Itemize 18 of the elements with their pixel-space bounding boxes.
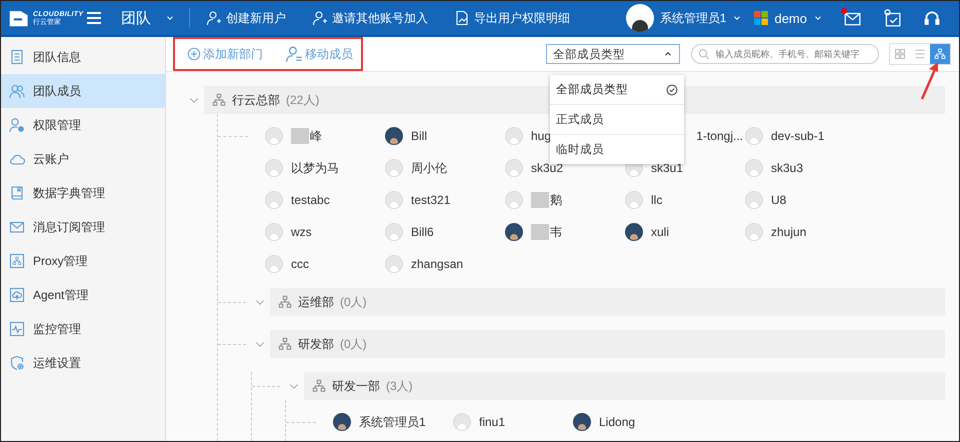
member-count: (0人) — [340, 294, 367, 310]
department-name: 运维部 — [298, 294, 334, 310]
sidebar-label: 消息订阅管理 — [33, 218, 105, 236]
member-count: (3人) — [386, 378, 413, 394]
sidebar-label: Agent管理 — [33, 286, 88, 304]
sidebar-label: 监控管理 — [33, 320, 81, 338]
member-count: (0人) — [340, 336, 367, 352]
sidebar-label: 团队信息 — [33, 48, 81, 66]
sidebar-label: 数据字典管理 — [33, 184, 105, 202]
sidebar-label: 云账户 — [33, 150, 69, 168]
sidebar-label: 运维设置 — [33, 354, 81, 372]
department-name: 行云总部 — [232, 92, 280, 108]
member-count: (22人) — [286, 92, 320, 108]
department-name: 研发部 — [298, 336, 334, 352]
department-name: 研发一部 — [332, 378, 380, 394]
sidebar-label: Proxy管理 — [33, 252, 88, 270]
sidebar-label: 团队成员 — [33, 82, 81, 100]
sidebar-label: 权限管理 — [33, 116, 81, 134]
